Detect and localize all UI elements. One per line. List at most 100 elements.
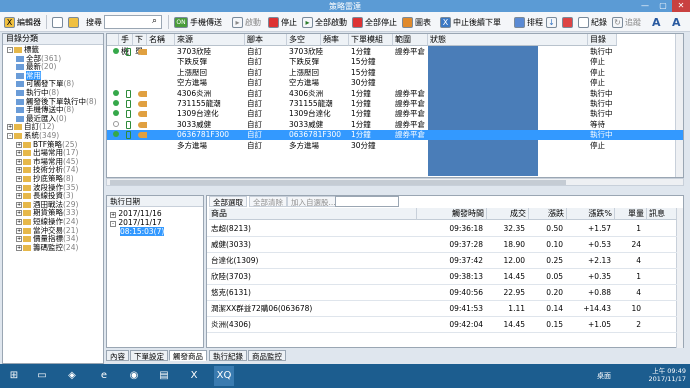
tab-order-settings[interactable]: 下單設定 (130, 350, 168, 361)
ie-browser-icon[interactable]: e (94, 366, 114, 386)
exec-date-1[interactable]: + 2017/11/16 (110, 210, 162, 218)
result-header[interactable]: 商品 (209, 208, 417, 220)
grid-header[interactable]: 狀態 (428, 34, 588, 46)
grid-row[interactable]: 下跌反彈 自訂 下跌反彈 15分鐘 停止 (107, 57, 683, 67)
expand-icon[interactable]: + (16, 236, 22, 243)
maximize-button[interactable]: ▢ (654, 0, 672, 12)
expand-icon[interactable]: + (16, 150, 22, 157)
grid-header[interactable]: 來源 (175, 34, 245, 46)
app-x-icon[interactable]: X (184, 366, 204, 386)
order-toggle-icon[interactable] (138, 90, 147, 97)
expand-icon[interactable]: + (16, 167, 22, 174)
tree-item[interactable]: 最新(20) (16, 63, 56, 71)
chrome-icon[interactable]: ◉ (124, 366, 144, 386)
app-xq-icon[interactable]: XQ (214, 366, 234, 386)
start-menu-icon[interactable]: ⊞ (4, 366, 24, 386)
download-button[interactable]: ↓ (546, 15, 557, 29)
grid-header[interactable]: 名稱 (147, 34, 175, 46)
select-all-button[interactable]: 全部選取 (209, 196, 247, 207)
edit-button[interactable]: X 編輯器 (4, 15, 41, 29)
result-search-input[interactable] (335, 196, 399, 207)
grid-header[interactable]: 下單模組 (349, 34, 393, 46)
expand-icon[interactable]: + (7, 124, 13, 131)
expand-icon[interactable]: + (16, 219, 22, 225)
start-button[interactable]: ▸ 啟動 (232, 15, 261, 29)
close-button[interactable]: ✕ (672, 0, 690, 12)
collapse-icon[interactable]: - (7, 47, 13, 53)
expand-icon[interactable]: + (16, 176, 22, 182)
grid-header[interactable]: 目錄 (588, 34, 617, 46)
order-toggle-icon[interactable] (138, 101, 147, 107)
grid-header[interactable]: 範圍 (393, 34, 428, 46)
result-header[interactable]: 單量 (615, 208, 647, 220)
stop-button[interactable]: 停止 (268, 15, 297, 29)
expand-icon[interactable]: + (16, 141, 22, 148)
new-doc-button[interactable] (52, 15, 63, 29)
result-header[interactable]: 成交 (487, 208, 529, 220)
manual-send-button[interactable]: ON 手機傳送 (174, 15, 222, 29)
phone-icon[interactable] (126, 48, 131, 56)
minimize-button[interactable]: — (636, 0, 654, 12)
result-header[interactable]: 漲跌 (529, 208, 567, 220)
grid-row[interactable]: 空方進場 自訂 空方進場 30分鐘 停止 (107, 78, 683, 88)
grid-row[interactable]: 4306炎洲 自訂 4306炎洲 1分鐘 證券平倉 執行中 (107, 89, 683, 99)
schedule-button[interactable]: 排程 (514, 15, 543, 29)
result-header[interactable]: 訊息 (647, 208, 677, 220)
grid-row[interactable]: 1309台達化 自訂 1309台達化 1分鐘 證券平倉 執行中 (107, 109, 683, 119)
order-toggle-icon[interactable] (138, 49, 147, 55)
result-row[interactable]: 悠克(6131) 09:40:56 22.95 0.20 +0.88 4 (207, 285, 677, 301)
font-decrease-button[interactable]: A (672, 15, 681, 29)
search-icon[interactable]: ⌕ (152, 16, 163, 27)
order-toggle-icon[interactable] (138, 111, 147, 118)
desktop-label[interactable]: 桌面 (597, 371, 611, 381)
result-header[interactable]: 觸發時間 (417, 208, 487, 220)
chart-button[interactable]: 圖表 (402, 15, 431, 29)
start-all-button[interactable]: ▸ 全部啟動 (302, 15, 347, 29)
grid-row[interactable]: 3033威健 自訂 3033威健 1分鐘 證券平倉 等待 (107, 120, 683, 130)
grid-header[interactable]: 下單 (133, 34, 147, 56)
font-increase-button[interactable]: A (652, 15, 661, 29)
folder-button[interactable] (68, 15, 79, 29)
grid-row[interactable]: 上漲壓回 自訂 上漲壓回 15分鐘 停止 (107, 68, 683, 78)
grid-header[interactable]: 頻率 (321, 34, 349, 46)
result-row[interactable]: 台達化(1309) 09:37:42 12.00 0.25 +2.13 4 (207, 253, 677, 269)
expand-icon[interactable]: + (16, 244, 22, 251)
exec-time-item[interactable]: 08:15:03(7) (120, 227, 165, 236)
expand-icon[interactable]: + (16, 158, 22, 165)
grid-row[interactable]: 0636781F300 自訂 0636781F300 1分鐘 證券平倉 執行中 (107, 130, 683, 141)
result-row[interactable]: 炎洲(4306) 09:42:04 14.45 0.15 +1.05 2 (207, 317, 677, 333)
expand-icon[interactable]: + (16, 193, 22, 200)
history-button[interactable]: ↻ 追蹤 (612, 15, 641, 29)
tree-item[interactable]: + 籌碼監控(24) (16, 243, 78, 252)
phone-icon[interactable] (126, 110, 131, 119)
expand-icon[interactable]: + (16, 227, 22, 234)
phone-icon[interactable] (126, 100, 131, 108)
file-explorer-icon[interactable]: ▭ (32, 366, 52, 386)
halt-button[interactable]: X 中止後續下單 (440, 15, 501, 29)
store-icon[interactable]: ◈ (62, 366, 82, 386)
clock[interactable]: 上午 09:49 2017/11/17 (649, 367, 686, 383)
tab-item-monitor[interactable]: 商品監控 (248, 350, 286, 361)
grid-header[interactable]: 多空 (287, 34, 321, 46)
result-vertical-scrollbar[interactable] (676, 208, 683, 348)
result-row[interactable]: 威健(3033) 09:37:28 18.90 0.10 +0.53 24 (207, 237, 677, 253)
record-button[interactable]: 紀錄 (578, 15, 607, 29)
expand-icon[interactable]: + (16, 184, 22, 191)
add-watchlist-button[interactable]: 加入自選股... (287, 196, 340, 207)
result-row[interactable]: 志超(8213) 09:36:18 32.35 0.50 +1.57 1 (207, 221, 677, 237)
result-header[interactable]: 漲跌% (567, 208, 615, 220)
grid-header[interactable] (107, 34, 119, 46)
stop-all-button[interactable]: 全部停止 (352, 15, 397, 29)
tab-triggered-items[interactable]: 觸發商品 (169, 350, 207, 361)
phone-icon[interactable] (126, 131, 131, 140)
exec-date-2[interactable]: - 2017/11/17 (110, 219, 162, 227)
export-button[interactable] (562, 15, 573, 29)
grid-row[interactable]: 多方進場 自訂 多方進場 30分鐘 停止 (107, 141, 683, 151)
result-row[interactable]: 潤潔XX群益72購06(063678) 09:41:53 1.11 0.14 +14.4… (207, 301, 677, 317)
grid-header[interactable]: 手機 (119, 34, 133, 56)
expand-icon[interactable]: + (16, 210, 22, 217)
phone-icon[interactable] (126, 120, 131, 129)
tab-content[interactable]: 內容 (106, 350, 129, 361)
expand-icon[interactable]: + (16, 201, 22, 208)
grid-row[interactable]: 3703欣陸 自訂 3703欣陸 1分鐘 證券平倉 執行中 (107, 47, 683, 57)
